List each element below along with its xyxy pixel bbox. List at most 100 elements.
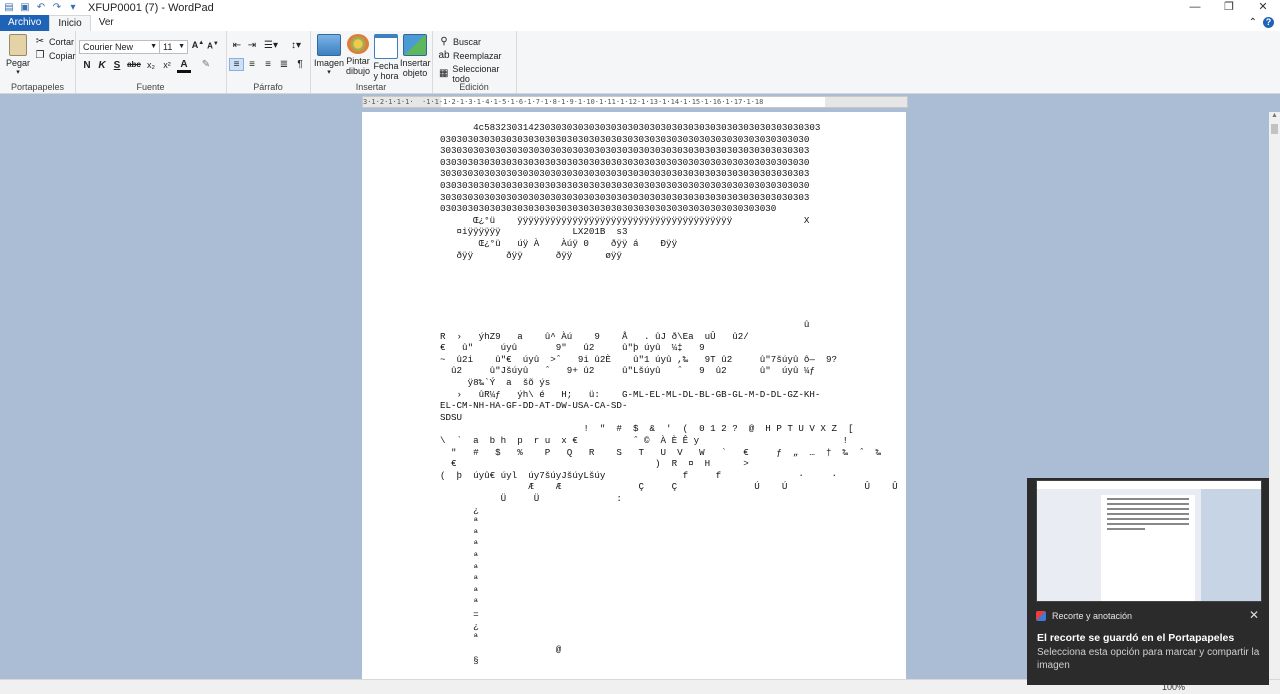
save-icon[interactable]: ▣: [18, 2, 32, 14]
document-line: € ) R ¤ H >: [440, 458, 749, 470]
notification-title: El recorte se guardó en el Portapapeles: [1037, 632, 1235, 644]
strikethrough-button[interactable]: abc: [125, 60, 143, 69]
font-size-select[interactable]: 11 ▼: [159, 40, 188, 54]
insert-group: Imagen ▾ Pintar dibujo Fecha y hora Inse…: [310, 31, 433, 93]
select-all-button[interactable]: ▦ Seleccionar todo: [438, 64, 516, 84]
bullet-list-icon[interactable]: ☰▾: [261, 40, 281, 51]
document-line: ¿: [440, 504, 479, 516]
paragraph-settings-icon[interactable]: ¶: [293, 59, 307, 70]
ribbon: Pegar ▾ ✂ Cortar ❐ Copiar Portapapeles Cou…: [0, 31, 1280, 94]
title-bar: ▤ ▣ ↶ ↷ ▾ XFUP0001 (7) - WordPad — ❐ ✕: [0, 0, 1280, 15]
date-time-button[interactable]: Fecha y hora: [372, 34, 400, 81]
insert-object-button[interactable]: Insertar objeto: [400, 34, 431, 78]
document-page[interactable]: 4c58323031423030303030303030303030303030…: [362, 112, 906, 694]
document-line: =: [440, 608, 479, 620]
increase-indent-icon[interactable]: ⇥: [245, 40, 259, 51]
tab-view[interactable]: Ver: [91, 15, 122, 31]
redo-icon[interactable]: ↷: [50, 2, 64, 14]
find-button[interactable]: ⚲ Buscar: [438, 36, 481, 48]
select-all-icon: ▦: [438, 68, 449, 79]
document-line: ! " # $ & ' ( 0 1 2 ? @ H P T U V X Z [: [440, 423, 854, 435]
help-icon[interactable]: ?: [1263, 17, 1274, 28]
snipping-tool-icon: [1036, 611, 1046, 621]
document-line: € û" úyû 9" û2 û"þ úyû ¼‡ 9: [440, 342, 705, 354]
wordpad-app-icon: ▤: [4, 1, 14, 13]
document-line: ª: [440, 539, 479, 551]
document-line: ðÿÿ ðÿÿ ðÿÿ øÿÿ: [440, 249, 622, 261]
document-line: ª: [440, 574, 479, 586]
document-line: EL-CM-NH-HA-GF-DD-AT-DW-USA-CA-SD-: [440, 400, 628, 412]
tab-file[interactable]: Archivo: [0, 15, 50, 31]
bold-button[interactable]: N: [80, 60, 94, 71]
document-text[interactable]: 4c58323031423030303030303030303030303030…: [440, 122, 898, 667]
superscript-button[interactable]: x²: [160, 60, 174, 70]
justify-icon[interactable]: ≣: [277, 59, 291, 70]
document-line: 0303030303030303030303030303030303030303…: [440, 203, 804, 215]
insert-image-button[interactable]: Imagen ▾: [314, 34, 344, 78]
window-title: XFUP0001 (7) - WordPad: [88, 1, 214, 14]
grow-font-button[interactable]: A▲: [191, 40, 205, 50]
decrease-indent-icon[interactable]: ⇤: [230, 40, 244, 51]
shrink-font-button[interactable]: A▼: [206, 41, 220, 51]
align-left-icon[interactable]: ≡: [229, 58, 244, 71]
align-right-icon[interactable]: ≡: [261, 59, 275, 70]
paint-drawing-button[interactable]: Pintar dibujo: [344, 34, 372, 76]
document-line: › ûR¼ƒ ýh\ é H; ü: G-ML-EL-ML-DL-BL-GB-G…: [440, 388, 821, 400]
font-family-select[interactable]: Courier New ▼: [79, 40, 160, 54]
line-spacing-icon[interactable]: ↕▾: [286, 40, 306, 51]
highlight-icon[interactable]: ✎: [199, 59, 213, 70]
group-label: Edición: [459, 82, 489, 92]
scroll-thumb[interactable]: [1271, 124, 1278, 134]
close-icon[interactable]: ✕: [1249, 608, 1259, 622]
vertical-scrollbar[interactable]: ▲: [1269, 112, 1280, 680]
tab-home[interactable]: Inicio: [49, 15, 91, 31]
undo-icon[interactable]: ↶: [34, 2, 48, 14]
document-line: ª: [440, 516, 479, 528]
document-line: 4c58323031423030303030303030303030303030…: [440, 122, 821, 133]
image-icon: [317, 34, 341, 56]
paste-button[interactable]: Pegar ▾: [4, 34, 32, 78]
document-line: §: [440, 655, 479, 667]
document-line: Œ¿°ü úÿ À Àúÿ 0 ðÿÿ á Ðÿÿ: [440, 237, 678, 249]
replace-button[interactable]: ab Reemplazar: [438, 50, 501, 62]
object-icon: [403, 34, 427, 56]
document-line: ÿ8‰`Ý a šõ ýs: [440, 377, 551, 389]
minimize-button[interactable]: —: [1178, 0, 1212, 15]
scroll-up-icon[interactable]: ▲: [1269, 112, 1280, 122]
customize-toolbar-icon[interactable]: ▾: [66, 2, 80, 14]
document-line: \ ` a b h p r u x € ˆ © À È Ê y !: [440, 435, 848, 447]
document-line: R › ýhZ9 a û^ Àú 9 Å . ûJ ð\Ea uÛ û2/: [440, 330, 749, 342]
paint-palette-icon: [347, 34, 369, 54]
paragraph-group: ⇤ ⇥ ☰▾ ↕▾ ≡ ≡ ≡ ≣ ¶ Párrafo: [226, 31, 311, 93]
chevron-down-icon: ▼: [178, 43, 185, 50]
align-center-icon[interactable]: ≡: [245, 59, 259, 70]
maximize-button[interactable]: ❐: [1212, 0, 1246, 15]
document-line: @: [440, 643, 562, 655]
underline-button[interactable]: S: [110, 60, 124, 71]
document-line: ¿: [440, 620, 479, 632]
font-color-icon[interactable]: A: [177, 59, 191, 73]
document-line: Æ Æ Ç Ç Ú Ú Û Û: [440, 481, 898, 493]
close-button[interactable]: ✕: [1246, 0, 1280, 15]
document-line: 0303030303030303030303030303030303030303…: [440, 133, 810, 145]
notification-app-name: Recorte y anotación: [1052, 611, 1133, 621]
document-line: ª: [440, 550, 479, 562]
document-line: 0303030303030303030303030303030303030303…: [440, 156, 810, 168]
scissors-icon: ✂: [35, 36, 45, 47]
subscript-button[interactable]: x₂: [144, 60, 158, 70]
screenshot-thumbnail[interactable]: [1036, 480, 1262, 602]
edit-group: ⚲ Buscar ab Reemplazar ▦ Seleccionar todo E…: [432, 31, 517, 93]
snip-notification[interactable]: Recorte y anotación ✕ El recorte se guar…: [1027, 478, 1269, 685]
cut-button[interactable]: ✂ Cortar: [34, 36, 74, 48]
italic-button[interactable]: K: [95, 60, 109, 71]
copy-button[interactable]: ❐ Copiar: [34, 50, 76, 62]
document-line: " # $ % P Q R S T U V W ` € ƒ „ … † ‰ ˆ …: [440, 446, 882, 458]
ruler[interactable]: 3·1·2·1·1·1· ·1·1·1·2·1·3·1·4·1·5·1·6·1·…: [362, 96, 908, 108]
calendar-icon: [374, 34, 398, 59]
collapse-ribbon-icon[interactable]: ⌃: [1249, 17, 1257, 28]
